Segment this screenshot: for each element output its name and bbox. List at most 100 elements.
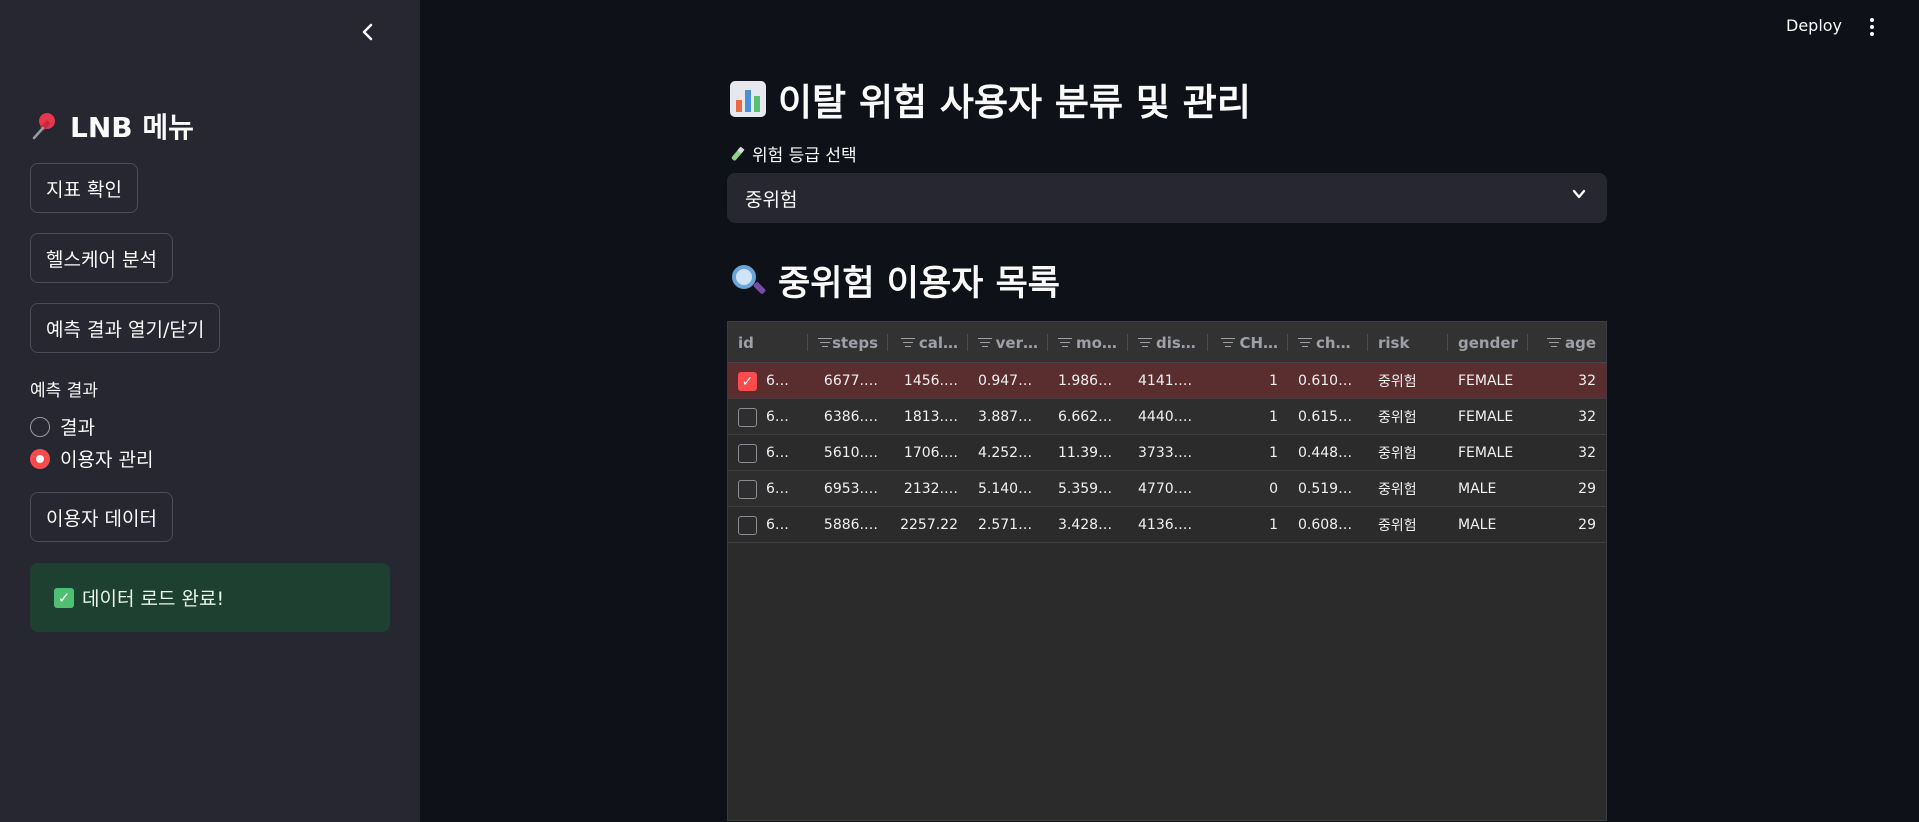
- test-tube-icon: [731, 146, 745, 160]
- radio-result[interactable]: 결과: [30, 413, 95, 440]
- main-menu-button[interactable]: [1862, 14, 1882, 40]
- row-checkbox[interactable]: [738, 516, 757, 535]
- table-cell: 3733.…: [1138, 445, 1193, 461]
- table-cell: 11.39…: [1058, 445, 1113, 461]
- sidebar-title: LNB 메뉴: [30, 106, 194, 146]
- risk-level-select[interactable]: 중위험: [727, 173, 1607, 223]
- column-header-2[interactable]: cal…: [888, 322, 968, 363]
- column-header-5[interactable]: dis…: [1128, 322, 1208, 363]
- table-cell: 5886.…: [823, 517, 878, 533]
- kebab-dot-icon: [1870, 32, 1874, 36]
- table-cell: 중위험: [1378, 374, 1417, 390]
- row-checkbox[interactable]: [738, 408, 757, 427]
- column-header-7[interactable]: ch…: [1288, 322, 1368, 363]
- table-cell: 2132.…: [903, 481, 958, 497]
- table-cell: 4440.…: [1138, 409, 1193, 425]
- chevron-left-icon: [362, 23, 373, 41]
- user-table[interactable]: id steps cal… ver… mo… dis… CH… ch… risk gender ag…: [727, 321, 1607, 821]
- table-cell: 6953.…: [823, 481, 878, 497]
- page-title: 이탈 위험 사용자 분류 및 관리: [730, 72, 1251, 126]
- magnifier-icon: [730, 263, 767, 299]
- column-header-label: gender: [1458, 333, 1518, 352]
- table-cell: 32: [1578, 373, 1596, 389]
- table-cell: 6…: [766, 445, 789, 461]
- column-header-1[interactable]: steps: [808, 322, 888, 363]
- column-header-10[interactable]: age: [1528, 322, 1606, 363]
- table-cell: 0.610…: [1298, 373, 1353, 389]
- table-cell: 1: [1269, 373, 1278, 389]
- table-cell: 0.947…: [978, 373, 1033, 389]
- sidebar: LNB 메뉴 지표 확인 헬스케어 분석 예측 결과 열기/닫기 예측 결과 결…: [0, 0, 420, 822]
- table-header: id steps cal… ver… mo… dis… CH… ch… risk gender ag…: [728, 322, 1606, 363]
- risk-select-label-text: 위험 등급 선택: [752, 146, 857, 166]
- radio-user-management[interactable]: 이용자 관리: [30, 445, 153, 472]
- table-cell: MALE: [1458, 481, 1497, 497]
- table-cell: 29: [1578, 481, 1596, 497]
- column-header-label: id: [738, 333, 754, 352]
- column-header-label: cal…: [918, 333, 958, 352]
- column-header-8[interactable]: risk: [1368, 322, 1448, 363]
- sort-filter-icon: [1138, 337, 1152, 348]
- table-cell: 3.887…: [978, 409, 1033, 425]
- column-header-9[interactable]: gender: [1448, 322, 1528, 363]
- column-header-label: CH…: [1239, 333, 1278, 352]
- radio-button[interactable]: [30, 416, 50, 437]
- table-row[interactable]: 6… 5610.… 1706.… 4.252… 11.39… 3733.… 1 0.448… 중…: [728, 435, 1606, 471]
- table-cell: 0.608…: [1298, 517, 1353, 533]
- sort-filter-icon: [1221, 337, 1236, 348]
- success-message: 데이터 로드 완료!: [82, 588, 225, 610]
- column-header-label: steps: [832, 333, 878, 352]
- table-cell: MALE: [1458, 517, 1497, 533]
- table-cell: 5610.…: [823, 445, 878, 461]
- column-header-3[interactable]: ver…: [968, 322, 1048, 363]
- risk-level-select-value: 중위험: [745, 188, 798, 211]
- pushpin-icon: [32, 113, 55, 140]
- section-title-text: 중위험 이용자 목록: [778, 264, 1060, 304]
- table-cell: FEMALE: [1458, 409, 1514, 425]
- table-cell: 4770.…: [1138, 481, 1193, 497]
- row-checkbox-checked[interactable]: ✓: [738, 372, 757, 391]
- table-cell: 1.986…: [1058, 373, 1113, 389]
- sort-filter-icon: [1058, 337, 1072, 348]
- column-header-0[interactable]: id: [728, 322, 808, 363]
- table-cell: 1706.…: [903, 445, 958, 461]
- table-row[interactable]: 6… 6386.… 1813.… 3.887… 6.662… 4440.… 1 0.615… 중…: [728, 399, 1606, 435]
- column-header-label: ver…: [995, 333, 1038, 352]
- row-checkbox[interactable]: [738, 480, 757, 499]
- collapse-sidebar-button[interactable]: [355, 18, 381, 46]
- table-row[interactable]: ✓ 6… 6677.… 1456.… 0.947… 1.986… 4141.… 1 0.610……: [728, 363, 1606, 399]
- table-cell: 0.615…: [1298, 409, 1353, 425]
- table-cell: 1813.…: [903, 409, 958, 425]
- column-header-label: dis…: [1156, 333, 1196, 352]
- check-mark-icon: ✓: [54, 587, 74, 608]
- radio-button-selected[interactable]: [30, 448, 50, 469]
- toggle-prediction-button[interactable]: 예측 결과 열기/닫기: [30, 303, 221, 353]
- column-header-label: ch…: [1316, 333, 1351, 352]
- table-row[interactable]: 6… 6953.… 2132.… 5.140… 5.359… 4770.… 0 0.519… 중…: [728, 471, 1606, 507]
- column-header-4[interactable]: mo…: [1048, 322, 1128, 363]
- deploy-button[interactable]: Deploy: [1786, 16, 1842, 35]
- sidebar-title-text: LNB 메뉴: [70, 111, 194, 144]
- table-cell: 0: [1269, 481, 1278, 497]
- table-cell: 4.252…: [978, 445, 1033, 461]
- healthcare-analysis-button[interactable]: 헬스케어 분석: [30, 233, 173, 283]
- table-cell: 3.428…: [1058, 517, 1113, 533]
- metrics-button[interactable]: 지표 확인: [30, 163, 138, 213]
- table-cell: 5.140…: [978, 481, 1033, 497]
- table-row[interactable]: 6… 5886.… 2257.22 2.571… 3.428… 4136.… 1 0.608……: [728, 507, 1606, 543]
- chevron-down-icon: [1571, 186, 1587, 207]
- table-cell: 29: [1578, 517, 1596, 533]
- row-checkbox[interactable]: [738, 444, 757, 463]
- table-cell: 1456.…: [903, 373, 958, 389]
- table-cell: 중위험: [1378, 482, 1417, 498]
- kebab-dot-icon: [1870, 25, 1874, 29]
- table-cell: 중위험: [1378, 446, 1417, 462]
- radio-label: 결과: [60, 417, 95, 439]
- sort-filter-icon: [1298, 337, 1312, 348]
- column-header-6[interactable]: CH…: [1208, 322, 1288, 363]
- success-alert: ✓ 데이터 로드 완료!: [30, 563, 390, 632]
- sort-filter-icon: [900, 337, 915, 348]
- table-cell: 4141.…: [1138, 373, 1193, 389]
- table-cell: 6…: [766, 409, 789, 425]
- user-data-button[interactable]: 이용자 데이터: [30, 492, 173, 542]
